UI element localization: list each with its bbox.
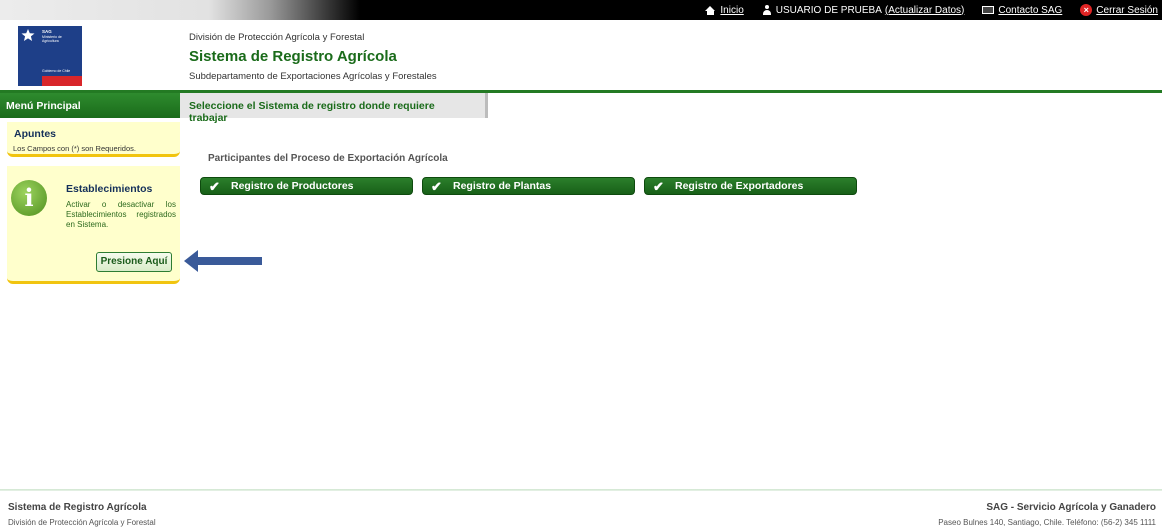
apuntes-title: Apuntes [14,128,56,140]
mail-icon [982,6,995,14]
registro-label: Registro de Productores [231,180,354,192]
nav-user: USUARIO DE PRUEBA (Actualizar Datos) [762,4,964,16]
checkmark-icon: ✔ [209,178,220,194]
arrow-left-icon [184,250,262,272]
checkmark-icon: ✔ [431,178,442,194]
close-icon: × [1080,4,1093,16]
section-title: Participantes del Proceso de Exportación… [208,153,448,164]
logo-blue-band [18,76,42,86]
checkmark-icon: ✔ [653,178,664,194]
actualizar-datos-link[interactable]: (Actualizar Datos) [885,5,964,16]
nav-contacto[interactable]: Contacto SAG [982,5,1062,16]
presione-aqui-button[interactable]: Presione Aquí [96,252,172,272]
info-icon: i [11,180,47,216]
top-nav: Inicio USUARIO DE PRUEBA (Actualizar Dat… [687,0,1158,20]
apuntes-note: Los Campos con (*) son Requeridos. [13,144,136,153]
registro-productores-button[interactable]: ✔ Registro de Productores [200,177,413,195]
star-emblem-icon [21,29,35,41]
subdepartamento-label: Subdepartamento de Exportaciones Agrícol… [189,71,437,82]
establecimientos-panel: i Establecimientos Activar o desactivar … [7,166,180,284]
top-bar-gradient [0,0,360,20]
top-bar: Inicio USUARIO DE PRUEBA (Actualizar Dat… [0,0,1162,20]
nav-inicio[interactable]: Inicio [705,5,744,16]
menu-principal-header: Menú Principal [0,93,180,118]
registro-label: Registro de Plantas [453,180,552,192]
cerrar-sesion-link[interactable]: Cerrar Sesión [1096,5,1158,16]
registro-label: Registro de Exportadores [675,180,804,192]
inicio-link[interactable]: Inicio [720,5,743,16]
registro-exportadores-button[interactable]: ✔ Registro de Exportadores [644,177,857,195]
nav-cerrar[interactable]: × Cerrar Sesión [1080,4,1158,16]
registro-plantas-button[interactable]: ✔ Registro de Plantas [422,177,635,195]
user-icon [762,5,772,15]
header: SAG Ministerio de Agricultura Gobierno d… [0,20,1162,90]
footer-divider [0,489,1162,491]
footer-org-title: SAG - Servicio Agrícola y Ganadero [986,502,1156,513]
tab-seleccione-sistema[interactable]: Seleccione el Sistema de registro donde … [180,93,488,124]
user-name: USUARIO DE PRUEBA [775,4,882,16]
contacto-link[interactable]: Contacto SAG [998,5,1062,16]
home-icon [705,5,716,15]
page-title: Sistema de Registro Agrícola [189,48,397,65]
establecimientos-title: Establecimientos [66,183,153,195]
establecimientos-description: Activar o desactivar los Establecimiento… [66,200,176,229]
footer-division: División de Protección Agrícola y Forest… [8,518,156,527]
apuntes-panel: Apuntes Los Campos con (*) son Requerido… [7,122,180,157]
footer-system-title: Sistema de Registro Agrícola [8,502,147,513]
logo-line3: Gobierno de Chile [42,69,71,73]
footer-address: Paseo Bulnes 140, Santiago, Chile. Teléf… [938,518,1156,527]
sag-logo[interactable]: SAG Ministerio de Agricultura Gobierno d… [18,26,82,86]
logo-line2: Ministerio de Agricultura [42,35,62,43]
division-label: División de Protección Agrícola y Forest… [189,32,365,43]
